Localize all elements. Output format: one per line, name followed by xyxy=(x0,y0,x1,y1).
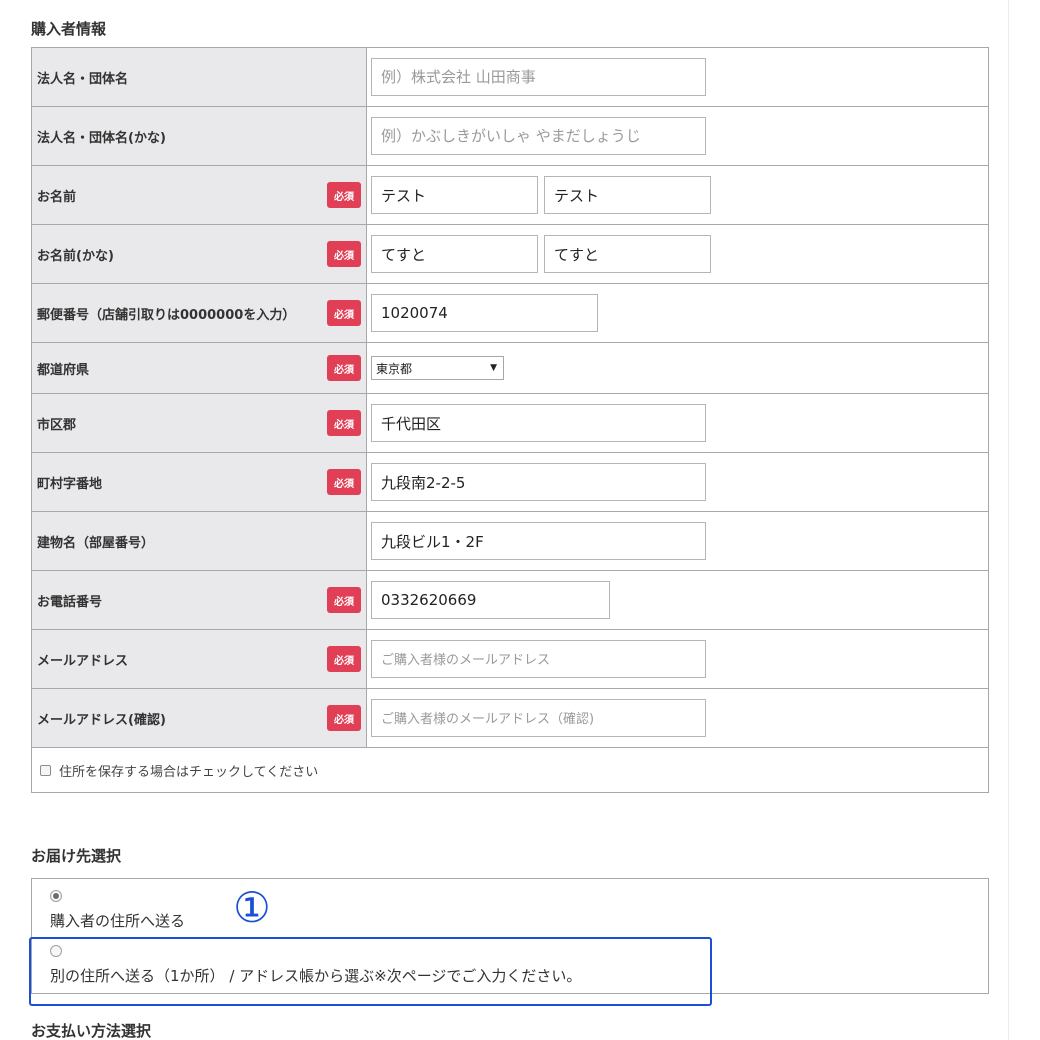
company-name-kana-input[interactable] xyxy=(371,117,706,155)
row-field-cell xyxy=(367,453,988,511)
row-label-cell: 都道府県 必須 xyxy=(32,343,367,393)
company-name-label: 法人名・団体名 xyxy=(37,71,129,87)
building-label: 建物名（部屋番号） xyxy=(37,535,155,551)
city-label: 市区郡 xyxy=(37,417,77,433)
buyer-form-table: 法人名・団体名 法人名・団体名(かな) お名前 必須 お名前(かな) 必須 xyxy=(31,47,989,793)
row-field-cell xyxy=(367,571,988,629)
row-label-cell: 町村字番地 必須 xyxy=(32,453,367,511)
row-name: お名前 必須 xyxy=(32,166,989,225)
postal-code-input[interactable] xyxy=(371,294,598,332)
required-badge: 必須 xyxy=(327,182,361,208)
row-field-cell xyxy=(367,512,988,570)
email-input[interactable] xyxy=(371,640,706,678)
save-address-label: 住所を保存する場合はチェックしてください xyxy=(59,764,319,780)
row-label-cell: 郵便番号（店舗引取りは0000000を入力） 必須 xyxy=(32,284,367,342)
row-street-address: 町村字番地 必須 xyxy=(32,453,989,512)
annotation-marker: ① xyxy=(233,883,271,932)
row-field-cell xyxy=(367,166,988,224)
prefecture-select[interactable]: 東京都 ▼ xyxy=(371,356,504,380)
row-label-cell: メールアドレス(確認) 必須 xyxy=(32,689,367,747)
row-prefecture: 都道府県 必須 東京都 ▼ xyxy=(32,343,989,394)
row-field-cell xyxy=(367,689,988,747)
page-right-rule xyxy=(1008,0,1009,1040)
name-label: お名前 xyxy=(37,189,77,205)
row-building: 建物名（部屋番号） xyxy=(32,512,989,571)
row-label-cell: お名前(かな) 必須 xyxy=(32,225,367,283)
last-name-input[interactable] xyxy=(371,176,538,214)
delivery-option-buyer-radio[interactable] xyxy=(50,890,62,902)
phone-input[interactable] xyxy=(371,581,610,619)
delivery-option-buyer-label[interactable]: 購入者の住所へ送る xyxy=(50,910,185,931)
required-badge: 必須 xyxy=(327,355,361,381)
building-input[interactable] xyxy=(371,522,706,560)
row-name-kana: お名前(かな) 必須 xyxy=(32,225,989,284)
row-field-cell xyxy=(367,107,988,165)
name-kana-label: お名前(かな) xyxy=(37,248,114,264)
street-address-label: 町村字番地 xyxy=(37,476,103,492)
required-badge: 必須 xyxy=(327,300,361,326)
row-label-cell: 法人名・団体名 xyxy=(32,48,367,106)
row-field-cell xyxy=(367,284,988,342)
row-city: 市区郡 必須 xyxy=(32,394,989,453)
required-badge: 必須 xyxy=(327,646,361,672)
row-field-cell xyxy=(367,225,988,283)
row-postal-code: 郵便番号（店舗引取りは0000000を入力） 必須 xyxy=(32,284,989,343)
row-label-cell: お名前 必須 xyxy=(32,166,367,224)
row-phone: お電話番号 必須 xyxy=(32,571,989,630)
last-name-kana-input[interactable] xyxy=(371,235,538,273)
row-field-cell xyxy=(367,394,988,452)
delivery-section-title: お届け先選択 xyxy=(31,847,122,865)
row-field-cell xyxy=(367,630,988,688)
row-email: メールアドレス 必須 xyxy=(32,630,989,689)
street-address-input[interactable] xyxy=(371,463,706,501)
prefecture-label: 都道府県 xyxy=(37,362,90,378)
save-address-row: 住所を保存する場合はチェックしてください xyxy=(32,748,989,793)
required-badge: 必須 xyxy=(327,410,361,436)
required-badge: 必須 xyxy=(327,469,361,495)
row-company-name-kana: 法人名・団体名(かな) xyxy=(32,107,989,166)
row-label-cell: メールアドレス 必須 xyxy=(32,630,367,688)
prefecture-selected-value: 東京都 xyxy=(376,361,413,376)
row-label-cell: 市区郡 必須 xyxy=(32,394,367,452)
payment-section-title: お支払い方法選択 xyxy=(31,1022,152,1040)
required-badge: 必須 xyxy=(327,587,361,613)
row-field-cell xyxy=(367,48,988,106)
required-badge: 必須 xyxy=(327,705,361,731)
company-name-kana-label: 法人名・団体名(かな) xyxy=(37,130,166,146)
phone-label: お電話番号 xyxy=(37,594,103,610)
first-name-input[interactable] xyxy=(544,176,711,214)
required-badge: 必須 xyxy=(327,241,361,267)
row-label-cell: 法人名・団体名(かな) xyxy=(32,107,367,165)
first-name-kana-input[interactable] xyxy=(544,235,711,273)
row-company-name: 法人名・団体名 xyxy=(32,48,989,107)
row-label-cell: 建物名（部屋番号） xyxy=(32,512,367,570)
row-field-cell: 東京都 ▼ xyxy=(367,343,988,393)
city-input[interactable] xyxy=(371,404,706,442)
buyer-section-title: 購入者情報 xyxy=(31,20,107,38)
email-confirm-input[interactable] xyxy=(371,699,706,737)
save-address-checkbox[interactable] xyxy=(40,764,51,776)
dropdown-arrow-icon: ▼ xyxy=(490,363,497,373)
annotation-highlight-box xyxy=(29,937,712,1006)
row-email-confirm: メールアドレス(確認) 必須 xyxy=(32,689,989,748)
email-confirm-label: メールアドレス(確認) xyxy=(37,712,166,728)
postal-code-label: 郵便番号（店舗引取りは0000000を入力） xyxy=(37,307,296,323)
email-label: メールアドレス xyxy=(37,653,129,669)
row-label-cell: お電話番号 必須 xyxy=(32,571,367,629)
company-name-input[interactable] xyxy=(371,58,706,96)
